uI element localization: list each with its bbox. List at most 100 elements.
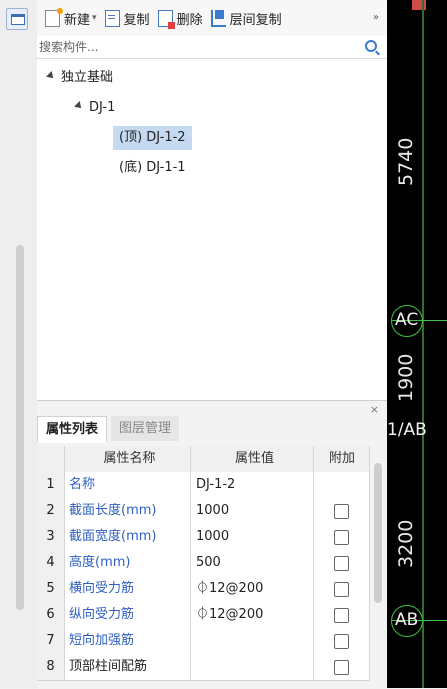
- left-side-strip: [0, 0, 38, 688]
- attach-cell: [315, 654, 370, 680]
- attach-checkbox[interactable]: [334, 582, 349, 597]
- row-number: 2: [37, 498, 65, 524]
- attach-checkbox[interactable]: [334, 504, 349, 519]
- tree-leaf-label: (顶) DJ-1-2: [119, 130, 186, 145]
- row-number: 1: [37, 472, 65, 498]
- table-row[interactable]: 3 截面宽度(mm) 1000: [37, 524, 370, 551]
- search-input[interactable]: [39, 38, 359, 55]
- attach-cell: [315, 498, 370, 524]
- search-icon[interactable]: [365, 40, 377, 52]
- chevron-down-icon[interactable]: ▾: [92, 13, 97, 23]
- table-row[interactable]: 2 截面长度(mm) 1000: [37, 498, 370, 525]
- property-value[interactable]: 1000: [192, 524, 314, 550]
- table-row[interactable]: 7 短向加强筋: [37, 628, 370, 655]
- table-row[interactable]: 4 高度(mm) 500: [37, 550, 370, 577]
- delete-icon: [157, 9, 175, 29]
- attach-checkbox[interactable]: [334, 660, 349, 675]
- component-tree: 独立基础 DJ-1 (顶) DJ-1-2 (底) DJ-1-1: [37, 58, 387, 398]
- cad-drawing-canvas[interactable]: 5740 1900 3200 AC 1/AB AB: [387, 0, 447, 688]
- attach-cell: [315, 524, 370, 550]
- table-row[interactable]: 1 名称 DJ-1-2: [37, 472, 370, 499]
- property-value[interactable]: [192, 628, 314, 654]
- properties-scrollbar[interactable]: [370, 463, 387, 689]
- scrollbar-thumb[interactable]: [374, 463, 382, 603]
- expand-triangle-icon[interactable]: [74, 100, 84, 111]
- row-number: 7: [37, 628, 65, 654]
- property-name: 短向加强筋: [65, 628, 191, 654]
- dimension-label: 3200: [395, 519, 417, 568]
- column-header: 属性名称: [65, 446, 191, 472]
- tree-node-label: DJ-1: [89, 100, 116, 115]
- tree-leaf[interactable]: (底) DJ-1-1: [119, 156, 186, 180]
- tree-leaf-label: (底) DJ-1-1: [119, 160, 186, 175]
- delete-button[interactable]: 删除: [157, 9, 203, 29]
- property-name: 高度(mm): [65, 550, 191, 576]
- attach-checkbox[interactable]: [334, 530, 349, 545]
- tree-node-root[interactable]: 独立基础: [46, 66, 114, 90]
- properties-tabs: 属性列表 图层管理: [37, 416, 180, 443]
- row-number: 6: [37, 602, 65, 628]
- tab-property-list[interactable]: 属性列表: [37, 416, 108, 443]
- property-name: 截面长度(mm): [65, 498, 191, 524]
- axis-label: AC: [395, 310, 419, 330]
- row-number: 4: [37, 550, 65, 576]
- row-number: 8: [37, 654, 65, 680]
- attach-checkbox[interactable]: [334, 608, 349, 623]
- property-value[interactable]: DJ-1-2: [192, 472, 314, 498]
- table-header: 属性名称 属性值 附加: [37, 446, 370, 473]
- property-value[interactable]: [192, 654, 314, 680]
- property-name: 纵向受力筋: [65, 602, 191, 628]
- property-name: 顶部柱间配筋: [65, 654, 191, 680]
- copy-button[interactable]: 复制: [104, 9, 150, 28]
- attach-cell: [315, 550, 370, 576]
- tab-layer-management[interactable]: 图层管理: [111, 416, 180, 441]
- layer-copy-icon: [210, 9, 226, 27]
- attach-cell: [315, 576, 370, 602]
- property-name: 名称: [65, 472, 191, 498]
- dimension-label: 5740: [395, 137, 417, 186]
- index-header: [37, 446, 65, 472]
- table-row[interactable]: 8 顶部柱间配筋: [37, 654, 370, 681]
- table-row[interactable]: 6 纵向受力筋 ⏀12@200: [37, 602, 370, 629]
- attach-checkbox[interactable]: [334, 634, 349, 649]
- copy-label: 复制: [123, 12, 150, 28]
- property-value[interactable]: ⏀12@200: [192, 602, 314, 628]
- layout-view-button[interactable]: [6, 8, 28, 30]
- property-name: 截面宽度(mm): [65, 524, 191, 550]
- attach-cell: [315, 628, 370, 654]
- tree-node-label: 独立基础: [61, 70, 114, 85]
- layer-copy-label: 层间复制: [229, 12, 282, 28]
- column-header: 附加: [315, 446, 370, 472]
- left-scrollbar[interactable]: [16, 245, 24, 610]
- property-value[interactable]: 500: [192, 550, 314, 576]
- grid-axis-line: [422, 0, 424, 688]
- toolbar-overflow-button[interactable]: »: [373, 12, 379, 23]
- expand-triangle-icon[interactable]: [46, 70, 56, 81]
- delete-label: 删除: [176, 12, 203, 28]
- close-icon[interactable]: ×: [370, 403, 379, 416]
- table-row[interactable]: 5 横向受力筋 ⏀12@200: [37, 576, 370, 603]
- property-name: 横向受力筋: [65, 576, 191, 602]
- property-value[interactable]: 1000: [192, 498, 314, 524]
- row-number: 3: [37, 524, 65, 550]
- row-number: 5: [37, 576, 65, 602]
- layer-copy-button[interactable]: 层间复制: [210, 9, 282, 28]
- property-value[interactable]: ⏀12@200: [192, 576, 314, 602]
- axis-label: 1/AB: [387, 420, 427, 440]
- new-file-icon: [45, 7, 63, 27]
- tree-leaf-selected[interactable]: (顶) DJ-1-2: [113, 126, 192, 150]
- window-icon: [11, 14, 25, 25]
- attach-checkbox[interactable]: [334, 556, 349, 571]
- dimension-label: 1900: [395, 353, 417, 402]
- attach-cell: [315, 472, 370, 498]
- search-bar: [37, 36, 387, 59]
- tree-node-child[interactable]: DJ-1: [74, 96, 116, 120]
- axis-label: AB: [395, 610, 419, 630]
- column-header: 属性值: [192, 446, 314, 472]
- copy-icon: [104, 9, 120, 27]
- properties-panel: × 属性列表 图层管理 属性名称 属性值 附加 1 名称 DJ-1-2 2 截面…: [37, 400, 387, 689]
- new-label: 新建: [64, 12, 91, 28]
- new-button[interactable]: 新建 ▾: [45, 7, 97, 28]
- component-toolbar: 新建 ▾ 复制 删除 层间复制 »: [37, 0, 387, 37]
- attach-cell: [315, 602, 370, 628]
